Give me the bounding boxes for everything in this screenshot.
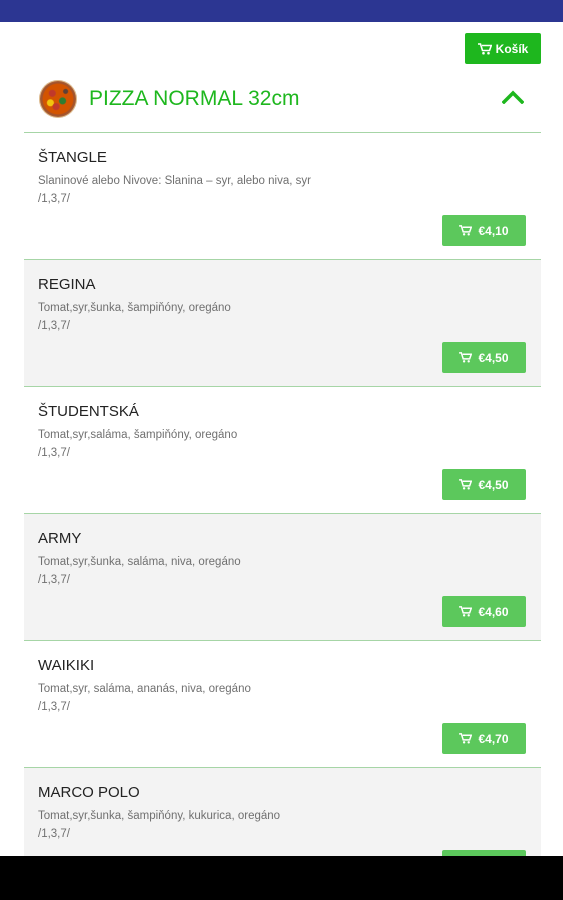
item-description: Tomat,syr,šunka, šampiňóny, kukurica, or… <box>38 810 281 822</box>
price-label: €4,50 <box>478 477 509 492</box>
cart-button-label: Košík <box>495 41 529 56</box>
list-item: ŠTANGLE Slaninové alebo Nivove: Slanina –… <box>24 133 541 260</box>
cart-icon <box>459 606 473 617</box>
item-name: MARCO POLO <box>38 784 140 801</box>
price-label: €4,10 <box>478 223 509 238</box>
cart-icon <box>459 352 473 363</box>
item-name: REGINA <box>38 276 96 293</box>
item-allergens: /1,3,7/ <box>38 574 70 586</box>
chevron-up-icon[interactable] <box>502 90 524 104</box>
cart-button[interactable]: Košík <box>465 33 541 64</box>
pizza-list: ŠTANGLE Slaninové alebo Nivove: Slanina –… <box>24 133 541 895</box>
item-description: Tomat,syr,saláma, šampiňóny, oregáno <box>38 429 238 441</box>
item-name: WAIKIKI <box>38 657 95 674</box>
price-label: €4,70 <box>478 731 509 746</box>
status-bar <box>0 0 563 22</box>
price-label: €4,50 <box>478 350 509 365</box>
list-item: ŠTUDENTSKÁ Tomat,syr,saláma, šampiňóny, o… <box>24 387 541 514</box>
add-to-cart-button[interactable]: €4,10 <box>442 215 526 246</box>
cart-icon <box>459 479 473 490</box>
item-allergens: /1,3,7/ <box>38 828 70 840</box>
item-name: ŠTANGLE <box>38 149 107 166</box>
price-label: €4,60 <box>478 604 509 619</box>
item-allergens: /1,3,7/ <box>38 701 70 713</box>
pizza-thumbnail <box>39 80 77 118</box>
cart-icon <box>477 42 492 54</box>
category-title: PIZZA NORMAL 32cm <box>89 87 300 110</box>
navigation-bar <box>0 856 563 900</box>
list-item: ARMY Tomat,syr,šunka, saláma, niva, oregá… <box>24 514 541 641</box>
add-to-cart-button[interactable]: €4,50 <box>442 342 526 373</box>
item-allergens: /1,3,7/ <box>38 447 70 459</box>
list-item: REGINA Tomat,syr,šunka, šampiňóny, oregán… <box>24 260 541 387</box>
item-description: Tomat,syr, saláma, ananás, niva, oregáno <box>38 683 251 695</box>
item-allergens: /1,3,7/ <box>38 320 70 332</box>
item-description: Tomat,syr,šunka, saláma, niva, oregáno <box>38 556 241 568</box>
item-name: ARMY <box>38 530 82 547</box>
category-header[interactable]: PIZZA NORMAL 32cm <box>24 76 541 132</box>
add-to-cart-button[interactable]: €4,70 <box>442 723 526 754</box>
cart-icon <box>459 733 473 744</box>
item-description: Slaninové alebo Nivove: Slanina – syr, a… <box>38 175 311 187</box>
item-name: ŠTUDENTSKÁ <box>38 403 139 420</box>
add-to-cart-button[interactable]: €4,50 <box>442 469 526 500</box>
add-to-cart-button[interactable]: €4,60 <box>442 596 526 627</box>
cart-icon <box>459 225 473 236</box>
item-allergens: /1,3,7/ <box>38 193 70 205</box>
item-description: Tomat,syr,šunka, šampiňóny, oregáno <box>38 302 231 314</box>
list-item: WAIKIKI Tomat,syr, saláma, ananás, niva, … <box>24 641 541 768</box>
